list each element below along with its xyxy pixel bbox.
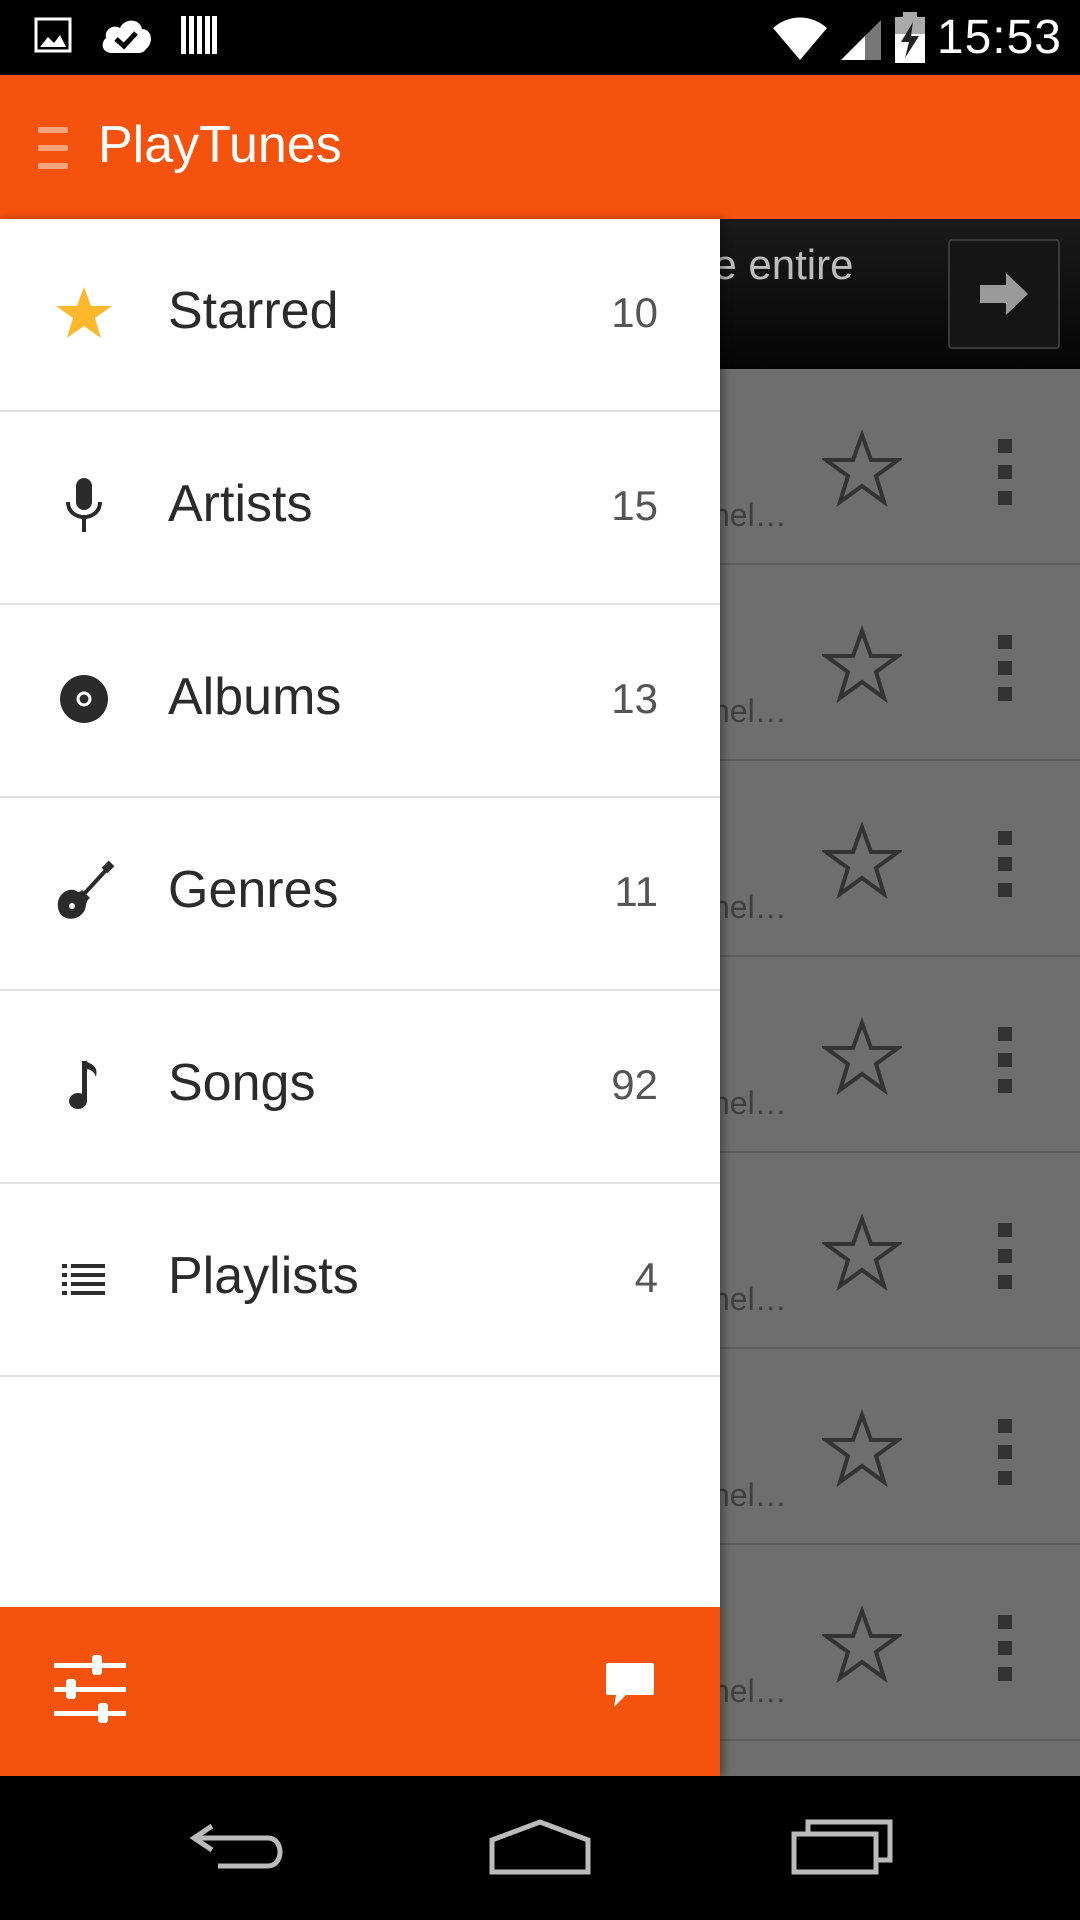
row-subtitle: nel… <box>712 1477 787 1513</box>
barcode-icon <box>181 16 217 54</box>
hamburger-icon[interactable] <box>38 127 68 171</box>
drawer-item-label: Artists <box>168 475 313 533</box>
drawer-item-count: 11 <box>614 868 658 915</box>
more-vert-icon[interactable] <box>998 831 1018 897</box>
status-bar: 15:53 <box>0 0 1080 75</box>
app-bar: PlayTunes <box>0 75 1080 219</box>
signal-icon <box>840 19 881 60</box>
drawer-item-label: Songs <box>168 1054 316 1112</box>
more-vert-icon[interactable] <box>998 635 1018 701</box>
row-subtitle: nel… <box>712 1085 787 1121</box>
more-vert-icon[interactable] <box>998 439 1018 505</box>
app-title[interactable]: PlayTunes <box>98 115 342 175</box>
cloud-check-icon <box>102 20 151 53</box>
banner-next-button[interactable] <box>948 239 1060 349</box>
guitar-icon <box>57 860 115 919</box>
row-subtitle: nel… <box>712 693 787 729</box>
star-icon <box>56 287 112 338</box>
notification-icons <box>34 14 218 56</box>
star-outline-icon[interactable] <box>822 429 902 509</box>
star-outline-icon[interactable] <box>822 1605 902 1685</box>
chat-icon[interactable] <box>604 1659 656 1711</box>
star-outline-icon[interactable] <box>822 1213 902 1293</box>
battery-charging-icon <box>894 11 925 63</box>
drawer-item-artists[interactable]: Artists 15 <box>0 412 720 605</box>
microphone-icon <box>66 478 102 532</box>
drawer-item-count: 4 <box>634 1254 658 1301</box>
back-icon[interactable] <box>188 1814 292 1878</box>
drawer-item-playlists[interactable]: Playlists 4 <box>0 1184 720 1377</box>
star-outline-icon[interactable] <box>822 821 902 901</box>
drawer-item-label: Playlists <box>168 1247 359 1305</box>
equalizer-settings-icon[interactable] <box>52 1651 128 1727</box>
disc-icon <box>60 675 108 723</box>
drawer-item-label: Albums <box>168 668 342 726</box>
system-icons: 15:53 <box>771 10 1062 65</box>
drawer-item-label: Starred <box>168 282 339 340</box>
image-icon <box>34 17 72 53</box>
drawer-item-starred[interactable]: Starred 10 <box>0 219 720 412</box>
more-vert-icon[interactable] <box>998 1615 1018 1681</box>
star-outline-icon[interactable] <box>822 1017 902 1097</box>
more-vert-icon[interactable] <box>998 1027 1018 1093</box>
list-icon <box>62 1264 105 1295</box>
drawer-item-count: 92 <box>611 1061 658 1108</box>
wifi-icon <box>772 17 827 60</box>
row-subtitle: nel… <box>712 1673 787 1709</box>
recents-icon[interactable] <box>790 1814 894 1878</box>
more-vert-icon[interactable] <box>998 1419 1018 1485</box>
home-icon[interactable] <box>488 1814 592 1878</box>
music-note-icon <box>69 1061 97 1109</box>
drawer-item-count: 10 <box>611 289 658 336</box>
drawer-item-songs[interactable]: Songs 92 <box>0 991 720 1184</box>
system-nav-bar <box>0 1776 1080 1920</box>
row-subtitle: nel… <box>712 497 787 533</box>
drawer-item-genres[interactable]: Genres 11 <box>0 798 720 991</box>
more-vert-icon[interactable] <box>998 1223 1018 1289</box>
drawer-footer <box>0 1607 720 1776</box>
row-subtitle: nel… <box>712 1281 787 1317</box>
drawer-item-label: Genres <box>168 861 339 919</box>
arrow-right-icon <box>980 273 1028 315</box>
drawer-item-count: 13 <box>611 675 658 722</box>
drawer-item-albums[interactable]: Albums 13 <box>0 605 720 798</box>
drawer-item-count: 15 <box>611 482 658 529</box>
star-outline-icon[interactable] <box>822 625 902 705</box>
navigation-drawer: Starred 10 Artists 15 Albums 13 Genres 1… <box>0 219 720 1776</box>
row-subtitle: nel… <box>712 889 787 925</box>
star-outline-icon[interactable] <box>822 1409 902 1489</box>
clock: 15:53 <box>936 11 1062 64</box>
